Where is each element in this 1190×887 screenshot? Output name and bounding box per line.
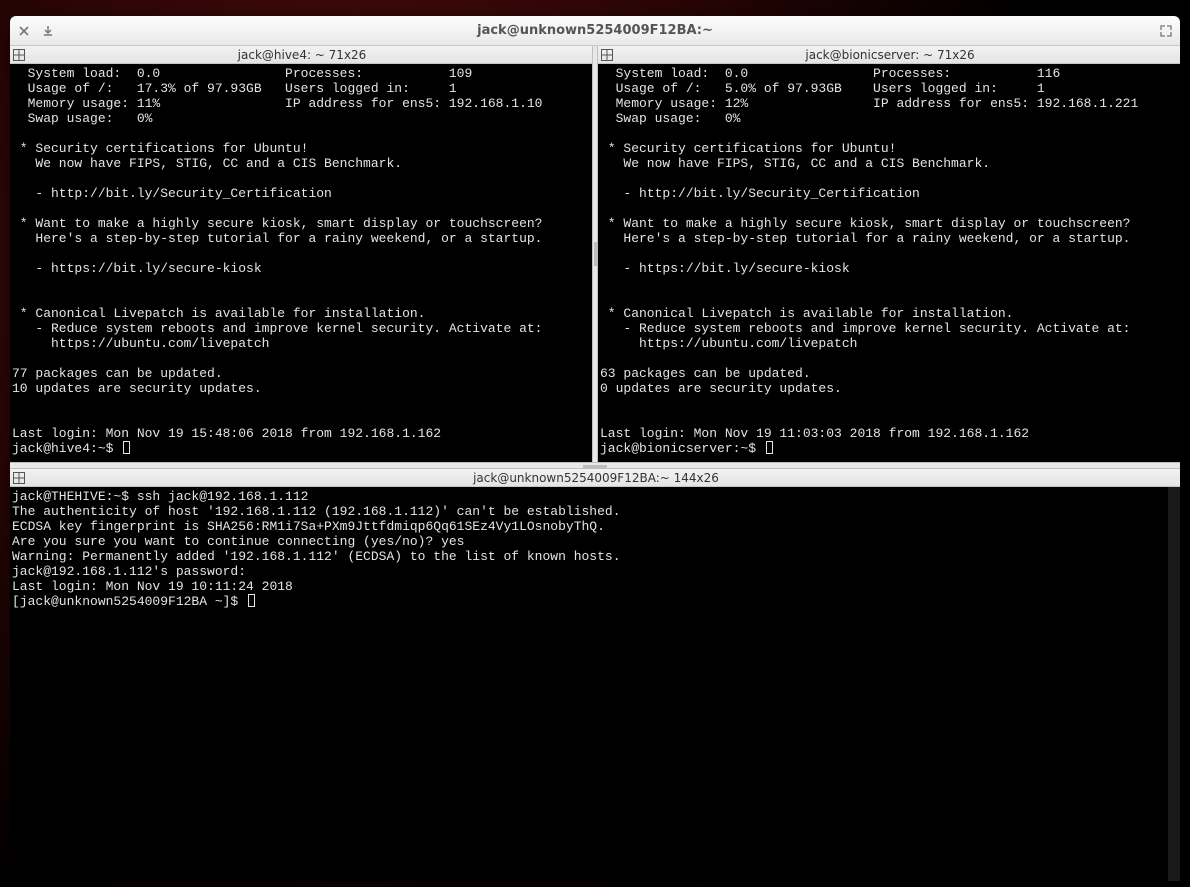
split-grid-icon[interactable] <box>12 48 26 62</box>
shell-prompt: jack@hive4:~$ <box>12 441 113 456</box>
pane-header[interactable]: jack@bionicserver: ~ 71x26 <box>598 46 1180 64</box>
session-text: jack@THEHIVE:~$ ssh jack@192.168.1.112 T… <box>12 489 621 594</box>
pane-title: jack@unknown5254009F12BA:~ 144x26 <box>32 471 1180 485</box>
pane-header[interactable]: jack@hive4: ~ 71x26 <box>10 46 592 64</box>
pane-top-right: jack@bionicserver: ~ 71x26 System load: … <box>598 46 1180 462</box>
cursor-icon <box>123 441 130 454</box>
close-icon[interactable] <box>16 23 32 39</box>
window-title: jack@unknown5254009F12BA:~ <box>86 23 1104 38</box>
cursor-icon <box>766 441 773 454</box>
pane-top-left: jack@hive4: ~ 71x26 System load: 0.0 Pro… <box>10 46 592 462</box>
titlebar[interactable]: jack@unknown5254009F12BA:~ <box>10 16 1180 46</box>
split-grid-icon[interactable] <box>12 471 26 485</box>
scrollbar[interactable] <box>1168 487 1180 881</box>
pane-bottom: jack@unknown5254009F12BA:~ 144x26 jack@T… <box>10 469 1180 881</box>
terminal-output[interactable]: jack@THEHIVE:~$ ssh jack@192.168.1.112 T… <box>10 487 1168 881</box>
pane-title: jack@bionicserver: ~ 71x26 <box>620 48 1180 62</box>
split-grid-icon[interactable] <box>600 48 614 62</box>
maximize-icon[interactable] <box>1158 23 1174 39</box>
cursor-icon <box>248 594 255 607</box>
motd-text: System load: 0.0 Processes: 116 Usage of… <box>600 66 1138 441</box>
shell-prompt: jack@bionicserver:~$ <box>600 441 756 456</box>
download-icon[interactable] <box>40 23 56 39</box>
pane-header[interactable]: jack@unknown5254009F12BA:~ 144x26 <box>10 469 1180 487</box>
shell-prompt: [jack@unknown5254009F12BA ~]$ <box>12 594 238 609</box>
terminal-output[interactable]: System load: 0.0 Processes: 109 Usage of… <box>10 64 592 462</box>
motd-text: System load: 0.0 Processes: 109 Usage of… <box>12 66 543 441</box>
terminal-window: jack@unknown5254009F12BA:~ jack@hive4: ~… <box>10 16 1180 881</box>
horizontal-splitter[interactable] <box>10 462 1180 469</box>
top-panes-row: jack@hive4: ~ 71x26 System load: 0.0 Pro… <box>10 46 1180 462</box>
pane-title: jack@hive4: ~ 71x26 <box>32 48 592 62</box>
terminal-output[interactable]: System load: 0.0 Processes: 116 Usage of… <box>598 64 1180 462</box>
